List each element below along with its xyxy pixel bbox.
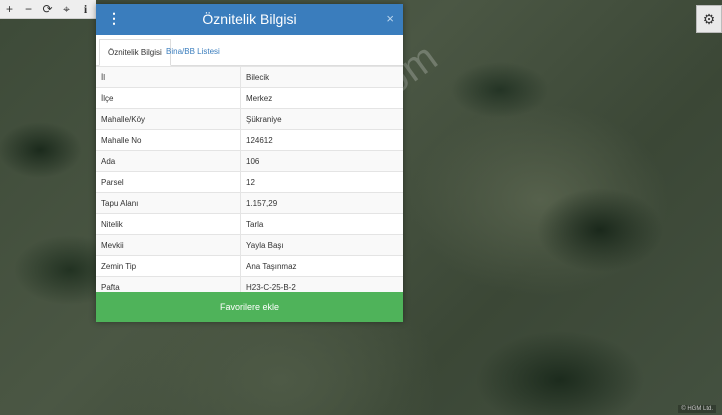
zoom-in-icon[interactable]: + <box>0 0 19 18</box>
table-row: Mevkii Yayla Başı <box>96 234 403 256</box>
row-value: Şükraniye <box>240 108 403 130</box>
table-row: İlçe Merkez <box>96 87 403 109</box>
table-row: Tapu Alanı 1.157,29 <box>96 192 403 214</box>
row-value: Tarla <box>240 213 403 235</box>
table-row: Parsel 12 <box>96 171 403 193</box>
table-row: Nitelik Tarla <box>96 213 403 235</box>
row-key: İlçe <box>96 87 241 109</box>
row-key: Mevkii <box>96 234 241 256</box>
row-key: Zemin Tip <box>96 255 241 277</box>
table-row: İl Bilecik <box>96 66 403 88</box>
row-value: Bilecik <box>240 66 403 88</box>
attribute-panel: ⋮ Öznitelik Bilgisi × Öznitelik Bilgisi … <box>96 4 403 322</box>
row-key: Ada <box>96 150 241 172</box>
tab-building-list[interactable]: Bina/BB Listesi <box>158 39 228 64</box>
row-key: İl <box>96 66 241 88</box>
panel-header: ⋮ Öznitelik Bilgisi × <box>96 4 403 35</box>
info-icon[interactable]: i <box>76 0 95 18</box>
row-value: 1.157,29 <box>240 192 403 214</box>
table-row: Zemin Tip Ana Taşınmaz <box>96 255 403 277</box>
row-value: 12 <box>240 171 403 193</box>
map-attribution: © HGM Ltd. <box>678 405 716 413</box>
zoom-out-icon[interactable]: − <box>19 0 38 18</box>
locate-icon[interactable]: ⌖ <box>57 0 76 18</box>
add-favorite-button[interactable]: Favorilere ekle <box>96 292 403 322</box>
row-value: 124612 <box>240 129 403 151</box>
row-key: Nitelik <box>96 213 241 235</box>
row-key: Tapu Alanı <box>96 192 241 214</box>
row-value: Yayla Başı <box>240 234 403 256</box>
row-key: Mahalle No <box>96 129 241 151</box>
panel-tabs: Öznitelik Bilgisi Bina/BB Listesi <box>96 39 403 66</box>
table-row: Mahalle No 124612 <box>96 129 403 151</box>
row-key: Parsel <box>96 171 241 193</box>
row-value: Ana Taşınmaz <box>240 255 403 277</box>
row-value: 106 <box>240 150 403 172</box>
gear-icon[interactable]: ⚙ <box>696 5 722 33</box>
table-row: Ada 106 <box>96 150 403 172</box>
panel-title: Öznitelik Bilgisi <box>202 11 297 27</box>
close-icon[interactable]: × <box>386 11 394 26</box>
attribute-table: İl Bilecik İlçe Merkez Mahalle/Köy Şükraniye M… <box>96 66 403 297</box>
row-value: Merkez <box>240 87 403 109</box>
map-toolbar: + − ⟳ ⌖ i <box>0 0 96 19</box>
refresh-icon[interactable]: ⟳ <box>38 0 57 18</box>
row-key: Mahalle/Köy <box>96 108 241 130</box>
table-row: Mahalle/Köy Şükraniye <box>96 108 403 130</box>
